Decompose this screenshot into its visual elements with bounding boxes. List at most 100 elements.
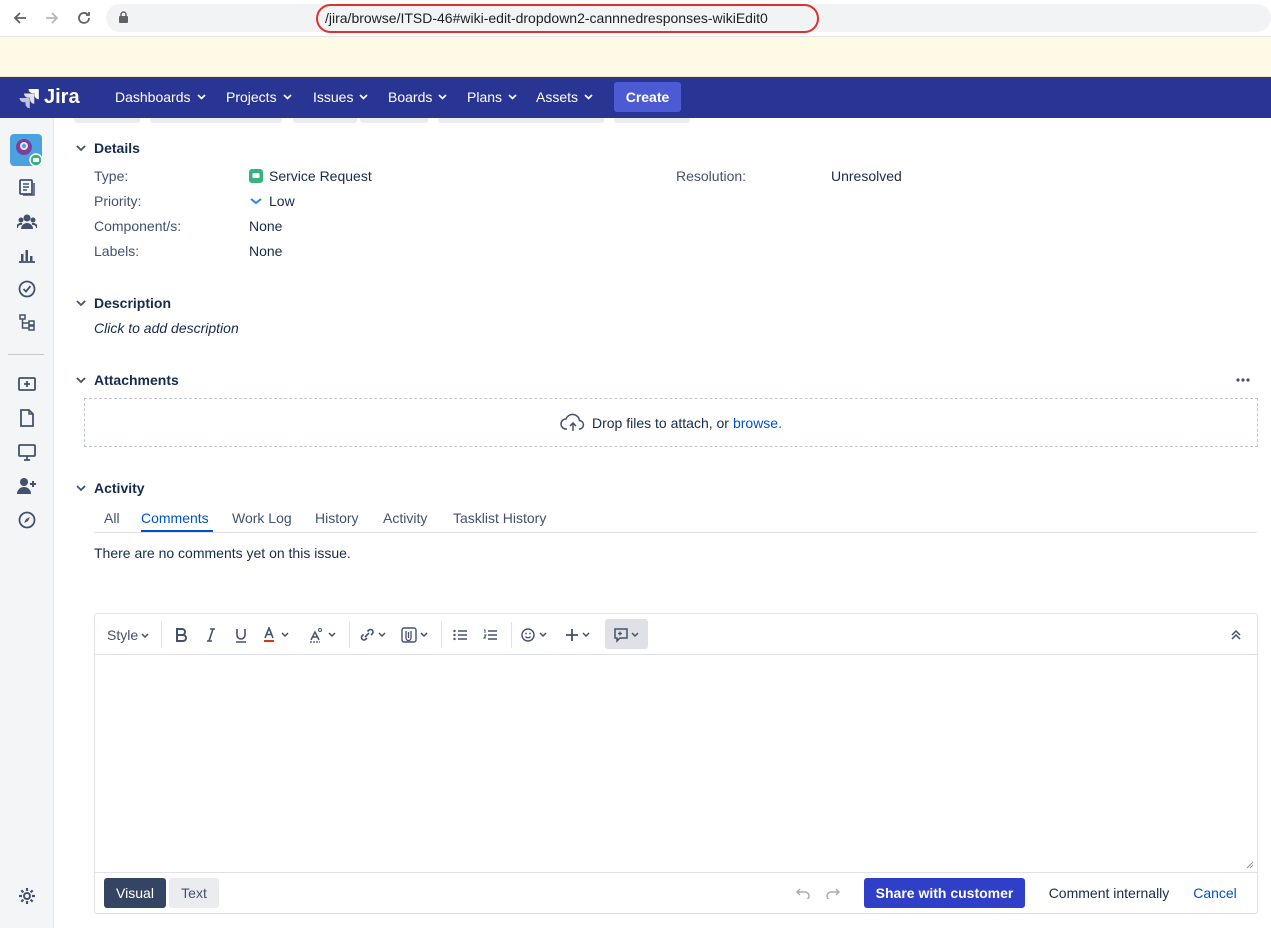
tabs-divider <box>94 532 1257 533</box>
tab-history[interactable]: History <box>315 510 359 526</box>
lock-icon <box>118 11 129 27</box>
priority-value: Low <box>249 193 295 209</box>
reload-icon[interactable] <box>74 8 94 28</box>
attachment-icon[interactable] <box>401 624 431 646</box>
cancel-button[interactable]: Cancel <box>1185 878 1245 908</box>
underline-icon[interactable] <box>235 624 247 646</box>
comment-internally-button[interactable]: Comment internally <box>1035 878 1183 908</box>
details-toggle[interactable]: Details <box>74 140 140 156</box>
nav-label: Boards <box>388 89 433 105</box>
description-heading: Description <box>94 295 172 311</box>
toolbar-button-stub <box>74 118 140 123</box>
gear-icon[interactable] <box>16 885 38 907</box>
nav-assets[interactable]: Assets <box>536 89 593 105</box>
share-with-customer-button[interactable]: Share with customer <box>864 878 1025 908</box>
bullet-list-icon[interactable] <box>453 624 467 646</box>
toolbar-button-stub <box>614 118 690 123</box>
create-button[interactable]: Create <box>614 82 681 112</box>
customers-icon[interactable] <box>16 210 38 232</box>
cloud-upload-icon <box>560 413 585 431</box>
text-mode-button[interactable]: Text <box>169 878 219 908</box>
undo-icon[interactable] <box>795 886 810 902</box>
nav-label: Dashboards <box>115 89 191 105</box>
chevron-down-icon <box>359 94 369 100</box>
description-toggle[interactable]: Description <box>74 295 171 311</box>
editor-toolbar: Style <box>95 614 1257 655</box>
emoji-icon[interactable] <box>521 624 551 646</box>
chevron-down-icon <box>283 94 292 100</box>
add-user-icon[interactable] <box>16 475 38 497</box>
drop-text: Drop files to attach, or <box>592 414 729 431</box>
forward-arrow-icon[interactable] <box>42 8 62 28</box>
bold-icon[interactable] <box>175 624 187 646</box>
numbered-list-icon[interactable] <box>483 624 497 646</box>
description-placeholder[interactable]: Click to add description <box>94 320 239 336</box>
labels-label: Labels: <box>94 243 140 259</box>
priority-label: Priority: <box>94 193 142 209</box>
nav-label: Assets <box>536 89 579 105</box>
style-label: Style <box>107 627 139 643</box>
chevron-down-icon <box>508 94 517 100</box>
back-arrow-icon[interactable] <box>10 8 30 28</box>
toolbar-separator <box>349 622 350 648</box>
browse-link[interactable]: browse. <box>733 415 782 431</box>
no-comments-text: There are no comments yet on this issue. <box>94 545 351 561</box>
jira-logo[interactable]: Jira <box>18 86 80 109</box>
details-heading: Details <box>94 140 140 156</box>
resolution-value: Unresolved <box>831 168 902 184</box>
chevron-down-icon <box>584 94 593 100</box>
attachments-toggle[interactable]: Attachments <box>74 372 179 388</box>
monitor-icon[interactable] <box>16 441 38 463</box>
tab-activity[interactable]: Activity <box>383 510 427 526</box>
check-circle-icon[interactable] <box>16 278 38 300</box>
visual-mode-button[interactable]: Visual <box>104 878 166 908</box>
tab-comments[interactable]: Comments <box>141 510 209 526</box>
document-icon[interactable] <box>16 407 38 429</box>
active-tab-indicator <box>141 530 213 532</box>
resize-handle-icon[interactable] <box>1246 861 1254 869</box>
queues-icon[interactable] <box>16 176 38 198</box>
toolbar-separator <box>511 622 512 648</box>
chevron-down-icon <box>74 141 88 155</box>
toolbar-button-stub <box>360 118 428 123</box>
italic-icon[interactable] <box>206 624 216 646</box>
attachment-dropzone[interactable]: Drop files to attach, or browse. <box>84 398 1258 447</box>
redo-icon[interactable] <box>826 886 841 902</box>
collapse-toolbar-icon[interactable] <box>1230 624 1242 646</box>
compass-icon[interactable] <box>16 509 38 531</box>
toolbar-button-stub <box>293 118 357 123</box>
nav-issues[interactable]: Issues <box>313 89 369 105</box>
link-icon[interactable] <box>359 624 389 646</box>
nav-projects[interactable]: Projects <box>226 89 292 105</box>
activity-heading: Activity <box>94 480 145 496</box>
text-color-icon[interactable] <box>263 624 291 646</box>
resolution-label: Resolution: <box>676 168 747 184</box>
project-avatar[interactable] <box>10 134 42 166</box>
hierarchy-icon[interactable] <box>16 312 38 334</box>
canned-responses-icon[interactable] <box>613 624 643 646</box>
tab-tasklist-history[interactable]: Tasklist History <box>453 510 546 526</box>
labels-value: None <box>249 243 283 259</box>
nav-dashboards[interactable]: Dashboards <box>115 89 206 105</box>
type-text: Service Request <box>269 168 372 184</box>
more-options-icon[interactable] <box>1235 373 1251 390</box>
style-dropdown[interactable]: Style <box>107 624 149 646</box>
issue-main: Details Type: Service Request Priority: … <box>54 118 1271 928</box>
insert-more-icon[interactable] <box>565 624 593 646</box>
nav-label: Projects <box>226 89 277 105</box>
activity-toggle[interactable]: Activity <box>74 480 145 496</box>
reports-icon[interactable] <box>16 244 38 266</box>
text-effects-icon[interactable] <box>309 624 339 646</box>
type-label: Type: <box>94 168 129 184</box>
toolbar-button-stub <box>438 118 604 123</box>
tab-all[interactable]: All <box>104 510 120 526</box>
nav-plans[interactable]: Plans <box>467 89 517 105</box>
nav-label: Issues <box>313 89 354 105</box>
nav-boards[interactable]: Boards <box>388 89 447 105</box>
chevron-down-icon <box>74 296 88 310</box>
add-queue-icon[interactable] <box>16 373 38 395</box>
comment-textarea[interactable] <box>95 655 1257 873</box>
service-request-icon <box>249 169 263 183</box>
tab-work-log[interactable]: Work Log <box>232 510 292 526</box>
chevron-down-icon <box>141 632 149 638</box>
